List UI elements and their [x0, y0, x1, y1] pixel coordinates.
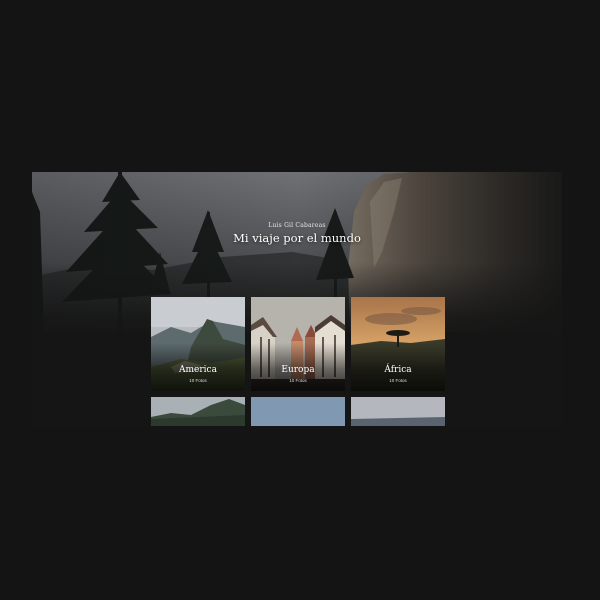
album-card-america[interactable]: America 10 Fotos: [151, 297, 245, 391]
page-title: Mi viaje por el mundo: [233, 231, 361, 245]
album-title: America: [179, 365, 217, 375]
album-card-row2-2[interactable]: [251, 397, 345, 426]
hero-text-block: Luis Gil Cabareas Mi viaje por el mundo: [32, 222, 562, 245]
album-title: África: [384, 365, 412, 375]
app-window: Luis Gil Cabareas Mi viaje por el mundo …: [32, 172, 562, 426]
album-title: Europa: [281, 365, 315, 375]
album-card-africa[interactable]: África 10 Fotos: [351, 297, 445, 391]
album-cover-image: [351, 397, 445, 426]
album-card-row2-1[interactable]: [151, 397, 245, 426]
album-photo-count: 10 Fotos: [389, 378, 407, 383]
album-photo-count: 10 Fotos: [289, 378, 307, 383]
album-cover-image: [151, 397, 245, 426]
album-photo-count: 10 Fotos: [189, 378, 207, 383]
album-cover-image: [251, 397, 345, 426]
author-name: Luis Gil Cabareas: [268, 222, 326, 229]
album-card-row2-3[interactable]: [351, 397, 445, 426]
album-card-europa[interactable]: Europa 10 Fotos: [251, 297, 345, 391]
